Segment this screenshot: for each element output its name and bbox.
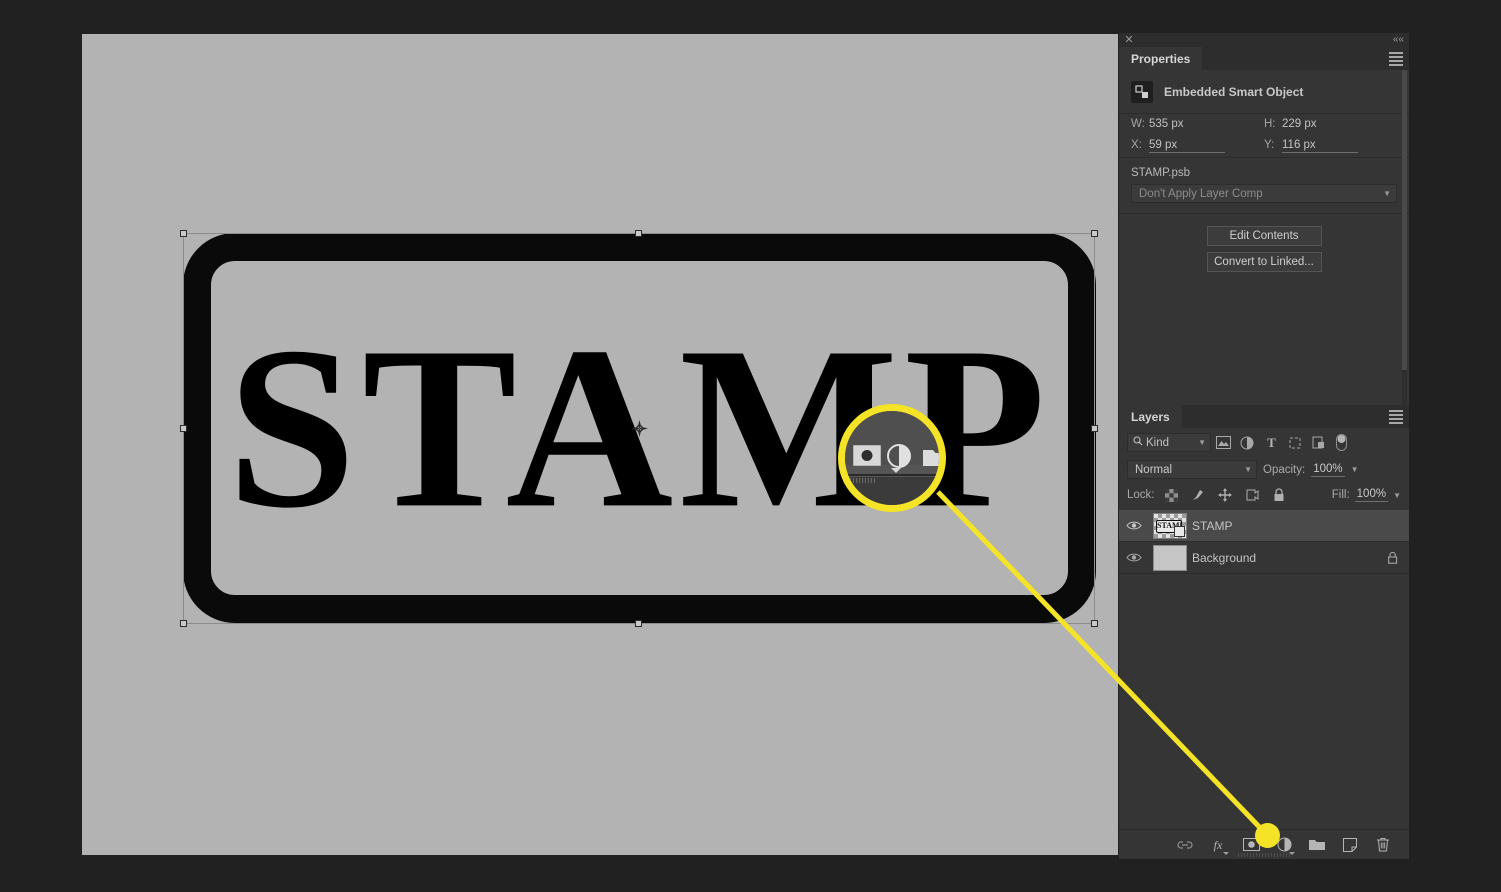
edit-contents-button[interactable]: Edit Contents [1206,226,1322,246]
opacity-label: Opacity: [1263,463,1306,476]
link-icon[interactable] [1175,835,1195,855]
fill-group: Fill: 100% ▼ [1332,488,1401,502]
properties-actions: Edit Contents Convert to Linked... [1119,214,1409,284]
tab-layers-label: Layers [1131,409,1170,424]
properties-panel-body: Embedded Smart Object W: 535 px H: 229 p… [1119,70,1409,410]
filter-kind-label: Kind [1146,436,1170,449]
right-panel-column: ✕ «« Properties Embedded Smart Object W:… [1119,33,1409,859]
properties-panel-menu-icon[interactable] [1389,52,1403,66]
search-icon [1133,436,1143,449]
fill-chevron-down-icon[interactable]: ▼ [1393,491,1401,500]
y-value: 116 px [1282,139,1358,153]
height-value: 229 px [1282,118,1317,130]
type-layer-filter-icon[interactable]: T [1259,433,1283,452]
fx-icon[interactable]: fx [1208,835,1229,855]
fill-label: Fill: [1331,489,1350,501]
adjustment-layer-filter-icon[interactable] [1235,433,1259,452]
tab-properties[interactable]: Properties [1119,47,1203,70]
transform-reference-point-icon[interactable] [631,420,648,437]
annotation-target-dot [1255,823,1280,848]
layer-comp-select[interactable]: Don't Apply Layer Comp ▼ [1131,184,1397,203]
opacity-value[interactable]: 100% [1311,463,1345,477]
lock-all-icon[interactable] [1269,487,1290,503]
new-layer-icon[interactable] [1340,835,1360,855]
table-row[interactable]: STAMP STAMP [1119,510,1409,542]
smart-object-icon [1131,81,1153,103]
width-label: W: [1131,118,1145,130]
opacity-chevron-down-icon[interactable]: ▼ [1351,465,1359,474]
chevron-down-icon: ▼ [1244,465,1252,474]
trash-icon[interactable] [1373,835,1393,855]
y-label: Y: [1264,139,1275,151]
layers-panel: Layers Kind ▼ T Normal ▼ Opacity: 100% ▼… [1119,405,1409,859]
width-value: 535 px [1149,118,1184,130]
layer-thumbnail[interactable]: STAMP [1148,512,1192,539]
folder-icon [923,447,939,472]
height-field[interactable]: H: 229 px [1264,118,1397,131]
properties-tab-row: Properties [1119,47,1409,70]
layer-mask-icon [853,445,881,471]
layer-visibility-toggle-icon[interactable] [1119,520,1148,531]
source-file-label: STAMP.psb [1131,167,1191,179]
width-field[interactable]: W: 535 px [1131,118,1264,131]
layer-visibility-toggle-icon[interactable] [1119,552,1148,563]
lock-image-pixels-icon[interactable] [1188,487,1209,503]
document-canvas[interactable]: STAMP [82,34,1118,855]
properties-scrollbar[interactable] [1402,70,1407,410]
layer-thumbnail[interactable] [1148,544,1192,571]
tab-layers[interactable]: Layers [1119,405,1182,428]
x-y-row: X: 59 px Y: 116 px [1119,135,1409,157]
smart-object-badge-icon [1174,525,1185,537]
lock-transparent-pixels-icon[interactable] [1161,487,1182,503]
convert-to-linked-button[interactable]: Convert to Linked... [1206,252,1322,272]
height-label: H: [1264,118,1276,130]
y-field[interactable]: Y: 116 px [1264,139,1397,153]
x-field[interactable]: X: 59 px [1131,139,1264,153]
layer-name: STAMP [1192,518,1233,533]
chevron-down-icon: ▼ [1383,189,1391,198]
shape-layer-filter-icon[interactable] [1283,433,1307,452]
folder-icon[interactable] [1307,835,1327,855]
tab-properties-label: Properties [1131,51,1191,66]
photoshop-window: STAMP ✕ «« Properties Embedded Smart Obj… [0,0,1501,892]
blend-mode-value: Normal [1135,463,1173,476]
width-height-row: W: 535 px H: 229 px [1119,114,1409,135]
svg-text:fx: fx [1214,838,1223,852]
lock-position-icon[interactable] [1215,487,1236,503]
layer-locked-icon [1375,551,1409,564]
chevron-down-icon [891,468,901,473]
layers-tab-row: Layers [1119,405,1409,428]
filter-kind-select[interactable]: Kind ▼ [1127,433,1211,452]
fill-value[interactable]: 100% [1354,488,1389,502]
panel-resize-grip[interactable] [1238,853,1290,857]
magnifier-callout [838,404,946,512]
table-row[interactable]: Background [1119,542,1409,574]
blend-mode-select[interactable]: Normal ▼ [1127,460,1257,479]
lock-label: Lock: [1127,489,1155,501]
lock-artboard-nesting-icon[interactable] [1242,487,1263,503]
svg-text:T: T [1267,436,1276,449]
chevron-down-icon: ▼ [1198,438,1206,447]
layer-list: STAMP STAMP Background [1119,510,1409,574]
double-chevron-left-icon[interactable]: «« [1393,34,1404,46]
panel-title-bar: ✕ «« [1119,33,1409,47]
object-type-label: Embedded Smart Object [1164,85,1304,99]
layer-name: Background [1192,550,1257,565]
close-icon[interactable]: ✕ [1123,34,1135,46]
smart-object-filter-icon[interactable] [1307,433,1331,452]
layer-comp-value: Don't Apply Layer Comp [1139,187,1263,200]
filter-toggle-switch[interactable] [1335,433,1348,452]
x-label: X: [1131,139,1142,151]
properties-header: Embedded Smart Object [1119,70,1409,113]
blend-opacity-row: Normal ▼ Opacity: 100% ▼ [1119,456,1409,483]
lock-row: Lock: Fill: 100% ▼ [1119,483,1409,507]
layers-panel-menu-icon[interactable] [1389,410,1403,424]
pixel-layer-filter-icon[interactable] [1211,433,1235,452]
x-value: 59 px [1149,139,1225,153]
layer-filter-row: Kind ▼ T [1119,428,1409,456]
